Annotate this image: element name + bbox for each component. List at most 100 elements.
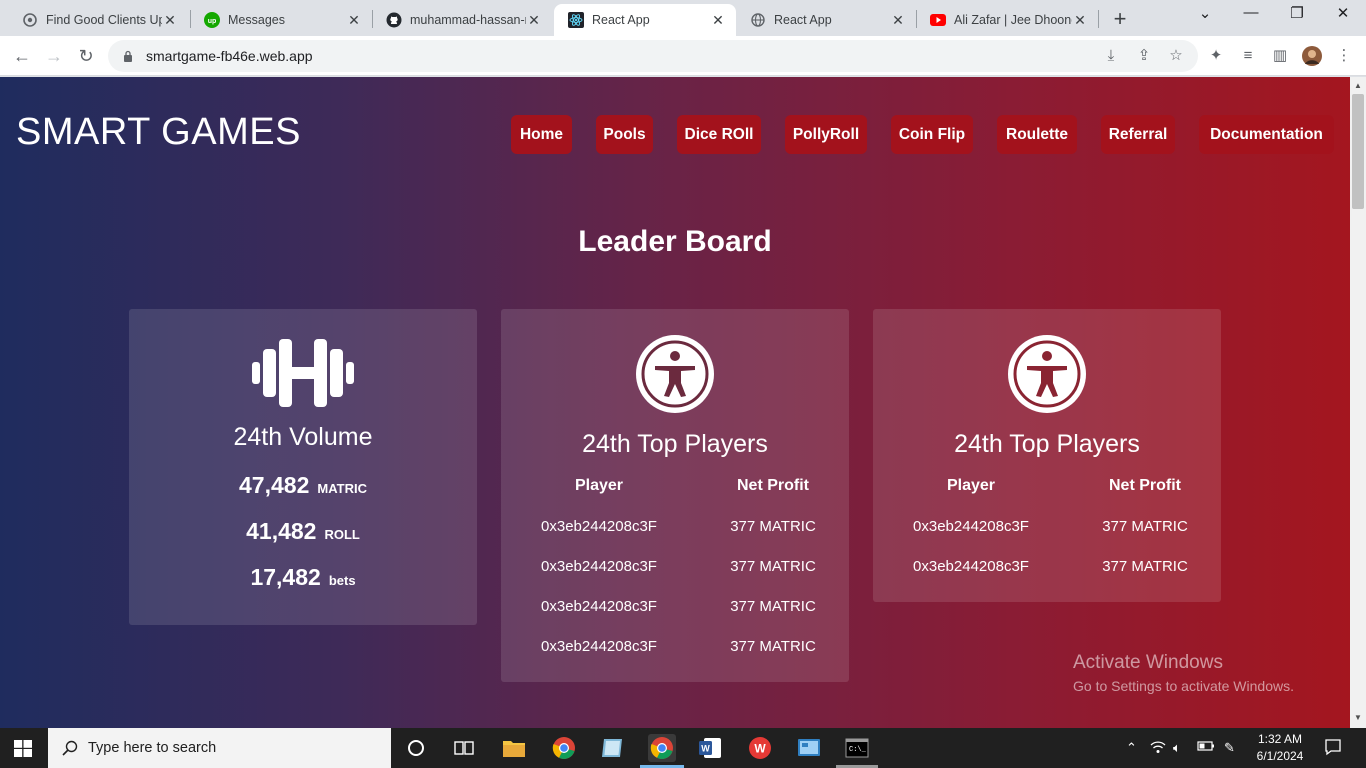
control-panel-icon[interactable] [795,734,823,762]
clock-time: 1:32 AM [1257,732,1303,746]
side-panel-icon[interactable]: ▥ [1270,46,1290,66]
restore-button[interactable]: ❐ [1274,4,1320,22]
browser-tab-1[interactable]: Find Good Clients Upw ✕ [8,4,188,36]
player-address: 0x3eb244208c3F [541,598,657,615]
youtube-icon [930,12,946,28]
nav-dice-roll[interactable]: Dice ROll [677,115,761,154]
notification-center-icon[interactable] [1324,738,1342,759]
taskbar-search-box[interactable]: Type here to search [48,728,391,768]
minimize-button[interactable]: — [1228,4,1274,21]
nav-roulette[interactable]: Roulette [997,115,1077,154]
stat-unit: ROLL [324,527,360,542]
close-tab-icon[interactable]: ✕ [710,12,726,29]
stat-unit: bets [328,573,356,588]
chrome-active-icon[interactable] [648,734,676,762]
svg-text:C:\_: C:\_ [849,746,867,754]
close-tab-icon[interactable]: ✕ [890,12,906,29]
pen-ink-icon[interactable]: ✎ [1224,740,1235,756]
net-profit: 377 MATRIC [730,518,816,535]
page-scrollbar[interactable]: ▲ ▼ [1350,77,1366,728]
close-tab-icon[interactable]: ✕ [1072,12,1088,29]
chrome-icon[interactable] [550,734,578,762]
watermark-line-2: Go to Settings to activate Windows. [1073,678,1294,694]
menu-kebab-icon[interactable]: ⋮ [1334,46,1354,66]
task-view-icon[interactable] [450,734,478,762]
windows-start-icon[interactable] [14,740,32,757]
volume-speaker-icon[interactable]: 🔈︎ [1173,740,1181,756]
browser-tab-6[interactable]: Ali Zafar | Jee Dhoond ✕ [916,4,1098,36]
close-window-button[interactable]: ✕ [1320,4,1366,22]
dumbbell-icon [252,339,354,407]
column-header-net-profit: Net Profit [1109,477,1181,494]
net-profit: 377 MATRIC [730,598,816,615]
stat-value: 17,482 [250,564,321,590]
new-tab-button[interactable]: + [1108,6,1132,32]
nav-coin-flip[interactable]: Coin Flip [891,115,973,154]
word-icon[interactable]: W [696,734,724,762]
tab-search-chevron-icon[interactable]: ⌄ [1182,4,1228,22]
address-bar[interactable]: smartgame-fb46e.web.app [108,40,1198,72]
top-players-card-1: 24th Top Players Player Net Profit 0x3eb… [501,309,849,682]
media-control-icon[interactable]: ≡ [1238,46,1258,66]
profile-avatar[interactable] [1302,46,1322,66]
close-tab-icon[interactable]: ✕ [526,12,542,29]
browser-tab-2[interactable]: up Messages ✕ [190,4,372,36]
react-icon [568,12,584,28]
nav-pollyroll[interactable]: PollyRoll [785,115,867,154]
net-profit: 377 MATRIC [730,638,816,655]
tab-title: React App [592,13,650,27]
nav-pools[interactable]: Pools [596,115,653,154]
terminal-icon[interactable]: C:\_ [843,734,871,762]
scroll-up-arrow-icon[interactable]: ▲ [1354,81,1362,90]
tab-title: Messages [228,13,285,27]
scroll-down-arrow-icon[interactable]: ▼ [1354,713,1362,722]
reload-icon[interactable]: ↻ [74,44,98,68]
player-address: 0x3eb244208c3F [913,558,1029,575]
net-profit: 377 MATRIC [1102,558,1188,575]
share-icon[interactable]: ⇪ [1134,46,1154,66]
wifi-icon[interactable] [1150,740,1166,757]
nav-documentation[interactable]: Documentation [1199,115,1334,154]
lock-icon [124,50,132,62]
site-logo[interactable]: SMART GAMES [16,111,301,154]
tray-chevron-up-icon[interactable]: ⌃ [1126,740,1137,756]
battery-icon[interactable] [1197,740,1215,755]
back-arrow-icon[interactable]: ← [10,44,34,68]
activate-windows-watermark: Activate Windows Go to Settings to activ… [1073,652,1294,694]
volume-stat-bets: 17,482 bets [129,564,477,591]
file-explorer-icon[interactable] [500,734,528,762]
github-icon [386,12,402,28]
person-circle-icon [636,335,714,413]
forward-arrow-icon[interactable]: → [42,44,66,68]
tab-title: muhammad-hassan-n [410,13,526,27]
player-address: 0x3eb244208c3F [541,558,657,575]
wps-office-icon[interactable]: W [746,734,774,762]
close-tab-icon[interactable]: ✕ [346,12,362,29]
extensions-puzzle-icon[interactable]: ✦ [1206,46,1226,66]
search-icon [62,740,78,756]
player-address: 0x3eb244208c3F [541,518,657,535]
nav-home[interactable]: Home [511,115,572,154]
windows-taskbar: Type here to search W W C:\_ ⌃ 🔈︎ ✎ 1:32… [0,728,1366,768]
stat-value: 47,482 [239,472,310,498]
stat-value: 41,482 [246,518,317,544]
page-title: Leader Board [578,225,772,258]
cortana-icon[interactable] [402,734,430,762]
top-players-title: 24th Top Players [582,430,768,458]
browser-tab-4-active[interactable]: React App ✕ [554,4,736,36]
browser-tab-bar: Find Good Clients Upw ✕ up Messages ✕ mu… [0,0,1366,36]
top-players-card-2: 24th Top Players Player Net Profit 0x3eb… [873,309,1221,602]
bookmark-star-icon[interactable]: ☆ [1166,46,1186,66]
net-profit: 377 MATRIC [1102,518,1188,535]
browser-tab-5[interactable]: React App ✕ [736,4,916,36]
scrollbar-thumb[interactable] [1352,94,1364,209]
close-tab-icon[interactable]: ✕ [162,12,178,29]
browser-tab-3[interactable]: muhammad-hassan-n ✕ [372,4,552,36]
svg-text:W: W [701,744,710,754]
install-app-icon[interactable]: ⤓ [1101,46,1121,66]
notes-app-icon[interactable] [598,734,626,762]
clock-date: 6/1/2024 [1256,749,1304,763]
watermark-line-1: Activate Windows [1073,652,1223,673]
nav-referral[interactable]: Referral [1101,115,1175,154]
taskbar-clock[interactable]: 1:32 AM 6/1/2024 [1252,731,1308,765]
